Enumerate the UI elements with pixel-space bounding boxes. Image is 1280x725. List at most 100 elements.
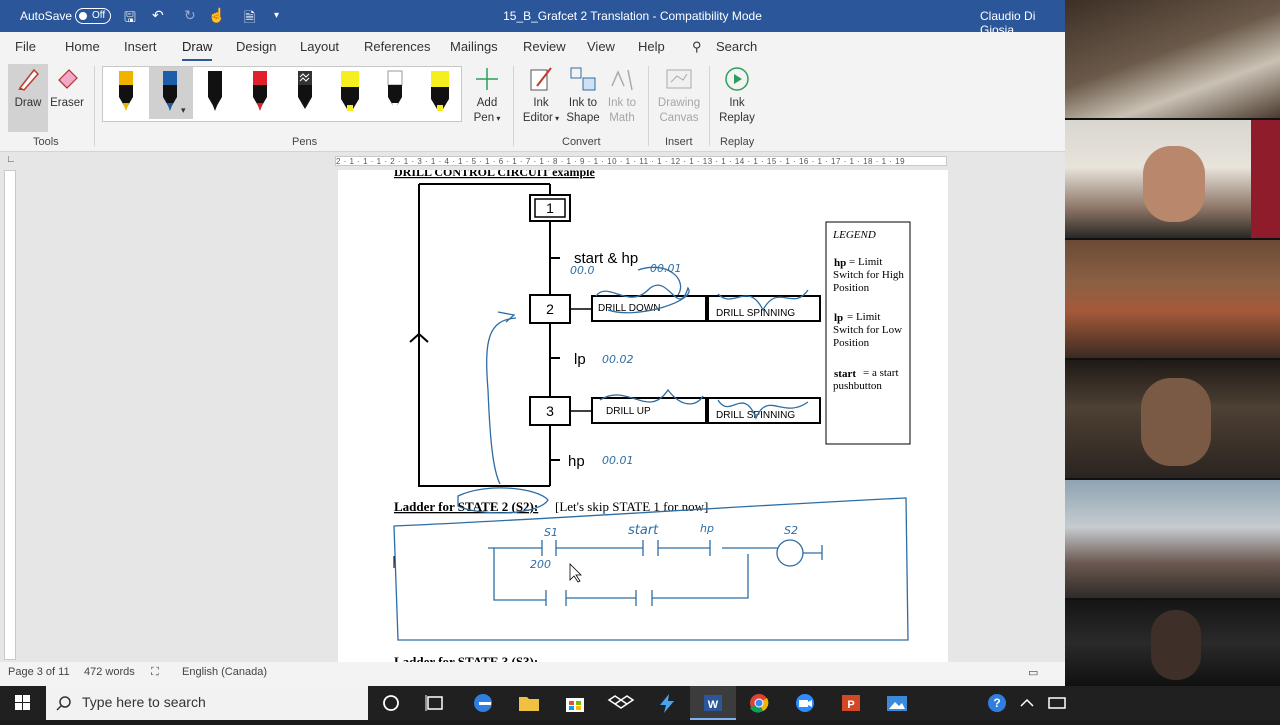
status-bar: Page 3 of 11 472 words ⛶ English (Canada… [0, 662, 1065, 686]
ink-replay-icon [725, 67, 749, 91]
participant-video-5[interactable] [1065, 480, 1280, 598]
taskbar: Type here to search W P ? [0, 686, 1280, 720]
transition-lp: lp [574, 351, 586, 368]
taskbar-visual-studio[interactable] [644, 686, 690, 720]
taskbar-chrome[interactable] [736, 686, 782, 720]
taskbar-dropbox[interactable] [598, 686, 644, 720]
participant-video-3[interactable] [1065, 240, 1280, 358]
tab-review[interactable]: Review [523, 39, 566, 54]
ink-editor-button[interactable]: Ink Editor ▾ [520, 66, 562, 126]
tab-references[interactable]: References [364, 39, 430, 54]
yellow-pen-icon[interactable] [115, 69, 137, 117]
taskbar-edge[interactable] [460, 686, 506, 720]
galaxy-pen-icon[interactable] [294, 69, 316, 117]
store-icon [566, 698, 584, 712]
network-tray-button[interactable] [1042, 686, 1072, 720]
tab-design[interactable]: Design [236, 39, 276, 54]
ink-replay-label: Ink [729, 97, 745, 109]
ink-editor-label-2: Editor [522, 112, 553, 124]
ink-to-shape-icon [570, 67, 596, 91]
participant-video-2[interactable] [1065, 120, 1280, 238]
participant-video-6[interactable] [1065, 600, 1280, 686]
tab-draw[interactable]: Draw [182, 39, 213, 61]
search-icon[interactable]: ⚲ [692, 39, 702, 55]
step-3-label: 3 [546, 403, 554, 419]
photos-icon [887, 696, 907, 711]
insert-group-label: Insert [665, 136, 693, 148]
add-pen-button[interactable]: Add Pen ▾ [470, 66, 504, 126]
background-flag [1251, 120, 1280, 238]
plus-icon [476, 68, 498, 90]
horizontal-ruler: ∟ 2 · 1 · 1 · 1 · 2 · 1 · 3 · 1 · 4 · 1 … [0, 152, 1065, 170]
taskbar-file-explorer[interactable] [506, 686, 552, 720]
eraser-button[interactable]: Eraser [48, 66, 86, 111]
ribbon-tabs: File Home Insert Draw Design Layout Refe… [0, 32, 1065, 62]
ink-to-shape-button[interactable]: Ink to Shape [564, 66, 602, 126]
yellow-highlighter-2-icon[interactable] [429, 69, 451, 117]
participant-video-1[interactable] [1065, 0, 1280, 118]
separator [709, 66, 710, 146]
ink-editor-chevron-icon: ▾ [552, 114, 560, 123]
eraser-label: Eraser [50, 97, 84, 109]
ink-to-math-label: Ink to [607, 97, 637, 109]
pen-draw-icon [18, 68, 40, 91]
tab-insert[interactable]: Insert [124, 39, 157, 54]
taskbar-store[interactable] [552, 686, 598, 720]
red-pen-icon[interactable] [249, 69, 271, 117]
grafcet-diagram: DRILL CONTROL CIRCUIT example 1 start & … [393, 170, 911, 662]
tab-help[interactable]: Help [638, 39, 665, 54]
lightning-icon [660, 694, 674, 713]
svg-text:?: ? [993, 696, 1000, 710]
blue-pen-icon[interactable] [159, 69, 181, 117]
start-button[interactable] [0, 686, 46, 720]
task-view-button[interactable] [412, 686, 458, 720]
tab-stop-icon[interactable]: ∟ [6, 154, 16, 165]
read-mode-icon[interactable]: ▭ [1028, 666, 1038, 679]
tab-view[interactable]: View [587, 39, 615, 54]
ink-label-c: 00.02 [602, 353, 634, 366]
dropbox-icon [607, 695, 635, 709]
search-placeholder: Type here to search [82, 694, 206, 710]
yellow-highlighter-icon[interactable] [339, 69, 361, 117]
word-count[interactable]: 472 words [84, 666, 135, 678]
proofing-icon[interactable]: ⛶ [151, 666, 159, 679]
drawing-canvas-label-2: Canvas [659, 112, 699, 124]
ink-to-math-button[interactable]: Ink to Math [603, 66, 641, 126]
cortana-button[interactable] [368, 686, 414, 720]
show-hidden-icons-button[interactable] [1012, 686, 1042, 720]
drawing-canvas-button[interactable]: Drawing Canvas [654, 66, 704, 126]
tools-group-label: Tools [33, 136, 59, 148]
tab-home[interactable]: Home [65, 39, 100, 54]
pens-gallery: ▾ [102, 66, 462, 122]
ink-label-i: 200 [530, 558, 551, 571]
network-icon [1048, 697, 1066, 709]
search-icon [56, 696, 71, 711]
legend-title: LEGEND [832, 229, 876, 241]
tab-mailings[interactable]: Mailings [450, 39, 498, 54]
ruler-scale[interactable]: 2 · 1 · 1 · 1 · 2 · 1 · 3 · 1 · 4 · 1 · … [335, 156, 947, 166]
svg-text:P: P [847, 699, 854, 711]
taskbar-photos[interactable] [874, 686, 920, 720]
page-count[interactable]: Page 3 of 11 [8, 666, 70, 678]
taskbar-powerpoint[interactable]: P [828, 686, 874, 720]
ink-replay-button[interactable]: Ink Replay [715, 66, 759, 126]
video-call-panel [1065, 0, 1280, 686]
tab-search[interactable]: Search [716, 39, 757, 54]
white-pen-icon[interactable] [384, 69, 406, 117]
language-indicator[interactable]: English (Canada) [182, 666, 267, 678]
document-page[interactable]: DRILL CONTROL CIRCUIT example 1 start & … [338, 170, 948, 662]
folder-icon [519, 697, 539, 711]
pen-options-chevron-icon[interactable]: ▾ [181, 105, 186, 116]
tab-layout[interactable]: Layout [300, 39, 339, 54]
taskbar-search-box[interactable]: Type here to search [46, 686, 368, 720]
taskbar-word[interactable]: W [690, 686, 736, 720]
draw-button[interactable]: Draw [8, 66, 48, 111]
transition-hp: hp [568, 453, 585, 470]
separator [94, 66, 95, 146]
taskbar-zoom[interactable] [782, 686, 828, 720]
title-bar: AutoSave Off 🖫 ↶ ↻ ☝ 🗎 ▾ 15_B_Grafcet 2 … [0, 0, 1065, 37]
tab-file[interactable]: File [15, 39, 36, 54]
action-drill-up-label: DRILL UP [606, 406, 651, 417]
participant-video-4[interactable] [1065, 360, 1280, 478]
black-pen-icon[interactable] [204, 69, 226, 117]
